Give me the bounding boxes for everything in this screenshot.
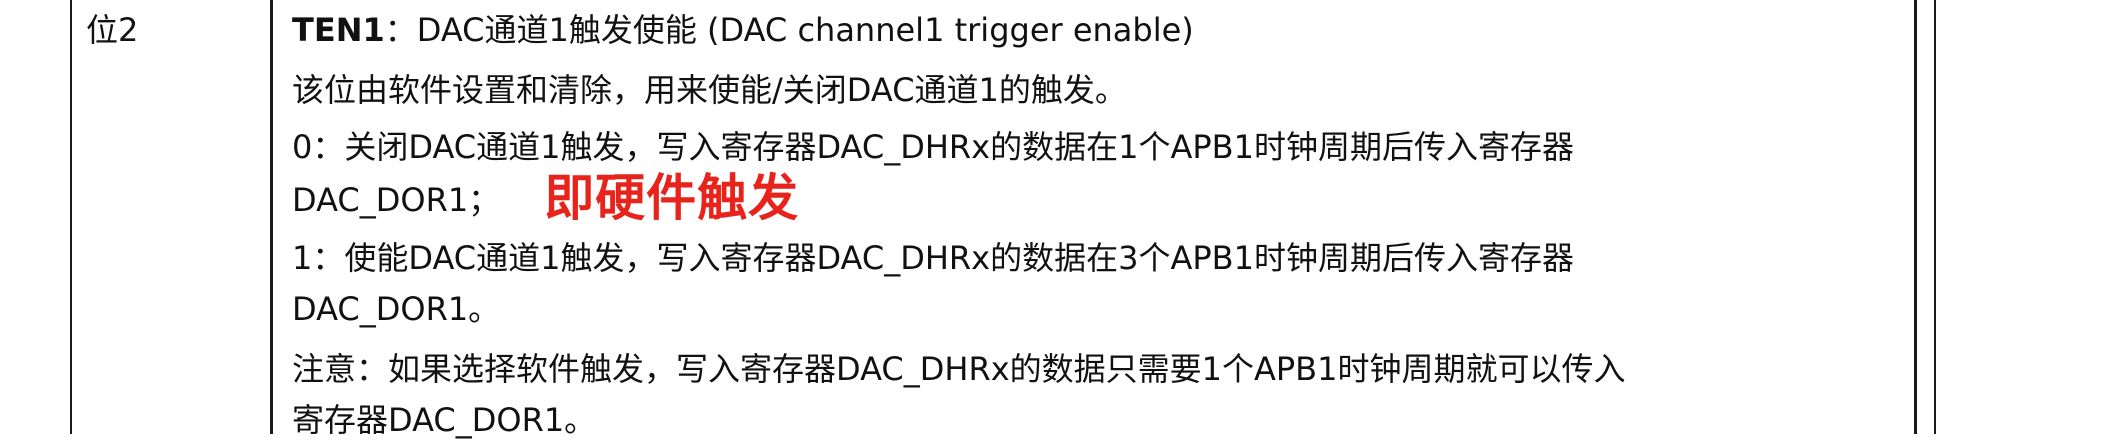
field-colon: ： [384,11,417,49]
table-column-divider [270,0,273,434]
value-0-continuation: DAC_DOR1； 即硬件触发 [292,173,799,223]
note-text: 注意：如果选择软件触发，写入寄存器DAC_DHRx的数据只需要1个APB1时钟周… [292,350,1626,388]
field-description: 该位由软件设置和清除，用来使能/关闭DAC通道1的触发。 [292,71,1127,109]
page-border-right [1934,0,1936,434]
value-0-description: 0：关闭DAC通道1触发，写入寄存器DAC_DHRx的数据在1个APB1时钟周期… [292,128,1574,166]
value-1-continuation: DAC_DOR1。 [292,290,501,328]
bit-position-cell: 位2 [86,11,139,49]
field-heading: TEN1：DAC通道1触发使能 (DAC channel1 trigger en… [292,8,1194,52]
table-border-left [70,0,72,434]
table-border-right [1914,0,1917,434]
field-name: TEN1 [292,11,385,49]
field-title: DAC通道1触发使能 (DAC channel1 trigger enable) [416,11,1194,49]
value-1-description: 1：使能DAC通道1触发，写入寄存器DAC_DHRx的数据在3个APB1时钟周期… [292,239,1574,277]
value-0-register: DAC_DOR1； [292,181,501,219]
red-annotation: 即硬件触发 [544,169,800,227]
note-continuation: 寄存器DAC_DOR1。 [292,401,597,439]
